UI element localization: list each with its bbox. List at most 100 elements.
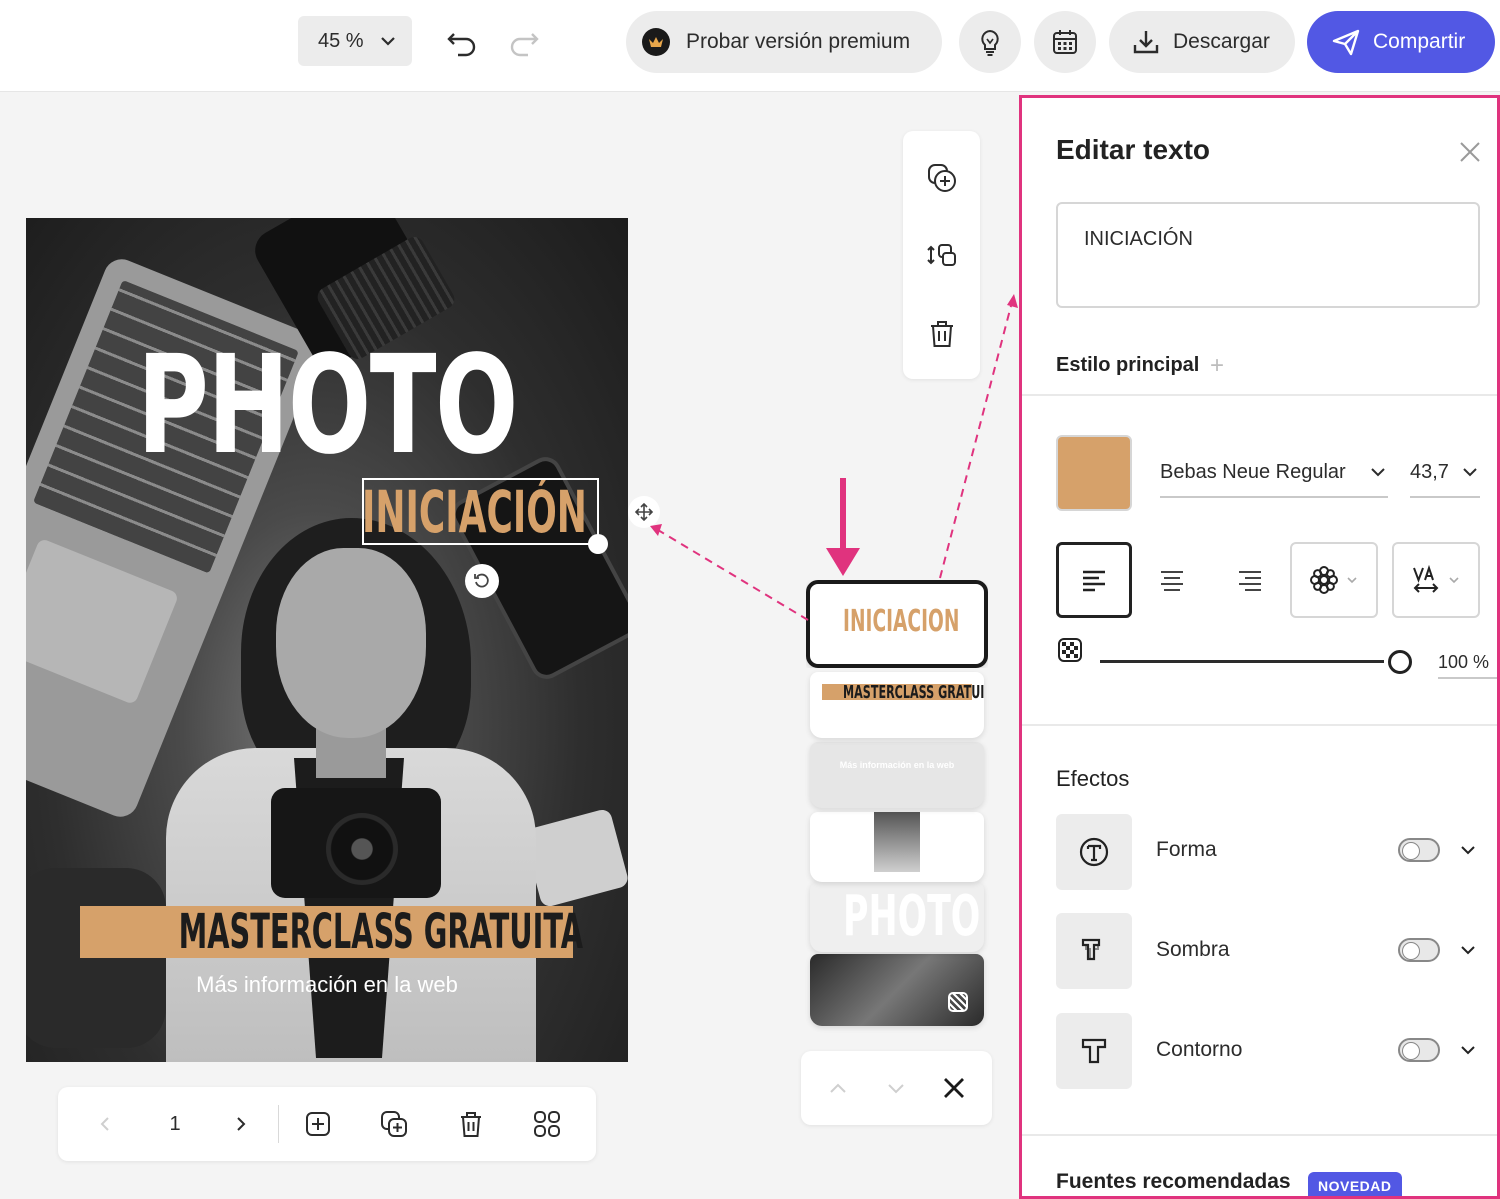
chevron-down-icon [1347, 577, 1357, 584]
new-badge: NOVEDAD [1308, 1172, 1402, 1196]
text-input[interactable]: INICIACIÓN [1056, 202, 1480, 308]
duplicate-page-button[interactable] [377, 1107, 411, 1141]
download-label: Descargar [1173, 30, 1270, 53]
shadow-effect-icon-box [1056, 913, 1132, 989]
align-center-button[interactable] [1134, 542, 1210, 618]
panel-title: Editar texto [1056, 134, 1211, 165]
layer-subtitle-text: INICIACION [843, 604, 960, 639]
move-handle[interactable] [628, 496, 660, 528]
crown-icon [642, 28, 670, 56]
text-spacing-dropdown[interactable] [1290, 542, 1378, 618]
sombra-toggle[interactable] [1398, 938, 1440, 962]
opacity-value[interactable]: 100 % [1438, 652, 1497, 679]
layer-background[interactable] [810, 954, 984, 1026]
chevron-down-icon[interactable] [1458, 940, 1478, 960]
poster-info[interactable]: Más información en la web [26, 972, 628, 998]
font-size-select[interactable]: 43,7 [1410, 454, 1480, 498]
align-left-icon [1083, 570, 1105, 592]
close-icon[interactable] [941, 1075, 967, 1101]
add-page-button[interactable] [301, 1107, 335, 1141]
forma-toggle[interactable] [1398, 838, 1440, 862]
divider [1022, 394, 1497, 396]
zoom-select[interactable]: 45 % [298, 16, 412, 66]
schedule-button[interactable] [1034, 11, 1096, 73]
poster-banner[interactable]: MASTERCLASS GRATUITA [80, 906, 583, 958]
opacity-icon [1058, 638, 1082, 662]
share-button[interactable]: Compartir [1307, 11, 1495, 73]
chevron-down-icon [1463, 468, 1477, 477]
premium-button[interactable]: Probar versión premium [626, 11, 942, 73]
layer-info[interactable]: Más información en la web [810, 742, 984, 808]
rotate-handle[interactable] [465, 564, 499, 598]
chevron-down-icon[interactable] [1458, 1040, 1478, 1060]
effect-label-contorno: Contorno [1156, 1038, 1243, 1061]
close-icon[interactable] [1458, 140, 1482, 164]
layer-info-text: Más información en la web [839, 760, 955, 770]
layer-navigation [801, 1051, 992, 1125]
download-button[interactable]: Descargar [1109, 11, 1295, 73]
text-shadow-icon [1081, 938, 1101, 961]
contorno-toggle[interactable] [1398, 1038, 1440, 1062]
page-number: 1 [169, 1113, 181, 1135]
effect-label-forma: Forma [1156, 838, 1217, 861]
trash-icon[interactable] [925, 317, 959, 351]
action-camera-image [522, 807, 628, 909]
trash-icon [461, 1112, 481, 1137]
delete-page-button[interactable] [454, 1107, 488, 1141]
divider [1022, 1134, 1497, 1136]
effects-label: Efectos [1056, 766, 1130, 791]
layer-title[interactable]: PHOTO [810, 882, 984, 952]
chevron-down-icon[interactable] [1458, 840, 1478, 860]
align-right-icon [1239, 571, 1261, 591]
chevron-down-icon [381, 37, 395, 46]
design-canvas[interactable]: PHOTO INICIACIÓN MASTERCLASS GRATUITA Má… [26, 218, 628, 1062]
download-icon [1133, 31, 1159, 54]
bag-image [26, 868, 166, 1048]
align-left-button[interactable] [1056, 542, 1132, 618]
align-right-button[interactable] [1212, 542, 1288, 618]
selection-box[interactable] [362, 478, 599, 545]
prev-page-button[interactable] [88, 1107, 122, 1141]
recommended-fonts-label: Fuentes recomendadas [1056, 1170, 1291, 1193]
divider [278, 1105, 279, 1143]
chevron-down-icon [1371, 468, 1385, 477]
kerning-dropdown[interactable] [1392, 542, 1480, 618]
layer-banner[interactable]: MASTERCLASS GRATUITA [810, 672, 984, 738]
rotate-icon [474, 573, 489, 588]
grid-view-button[interactable] [530, 1107, 564, 1141]
color-swatch[interactable] [1056, 435, 1132, 511]
next-page-button[interactable] [224, 1107, 258, 1141]
shape-effect-icon-box [1056, 814, 1132, 890]
font-value: Bebas Neue Regular [1160, 461, 1346, 483]
zoom-value: 45 % [318, 29, 364, 52]
main-style-label: Estilo principal [1056, 354, 1200, 376]
element-toolbar [903, 131, 980, 379]
redo-icon[interactable] [506, 24, 542, 60]
layer-image-thumb [874, 812, 920, 872]
layer-banner-text: MASTERCLASS GRATUITA [843, 682, 984, 703]
ideas-button[interactable] [959, 11, 1021, 73]
text-shape-icon [1079, 837, 1109, 867]
resize-handle[interactable] [588, 534, 608, 554]
opacity-slider[interactable] [1100, 660, 1384, 663]
layer-image[interactable] [810, 812, 984, 882]
grid-icon [534, 1111, 560, 1137]
undo-icon[interactable] [444, 24, 480, 60]
layer-subtitle-selected[interactable]: INICIACION [806, 580, 988, 668]
share-label: Compartir [1373, 30, 1466, 53]
layer-title-text: PHOTO [843, 884, 981, 949]
align-center-icon [1161, 571, 1183, 591]
person-face [276, 548, 426, 738]
chevron-down-icon[interactable] [885, 1077, 907, 1099]
duplicate-page-icon [381, 1111, 407, 1137]
arrange-layers-icon[interactable] [925, 239, 959, 273]
chevron-up-icon[interactable] [827, 1077, 849, 1099]
move-icon [634, 502, 654, 522]
page-navigation: 1 [58, 1087, 596, 1161]
font-select[interactable]: Bebas Neue Regular [1160, 454, 1388, 498]
text-outline-icon [1081, 1038, 1107, 1064]
add-style-button[interactable]: + [1210, 354, 1224, 378]
opacity-slider-thumb[interactable] [1388, 650, 1412, 674]
poster-title[interactable]: PHOTO [110, 338, 543, 474]
duplicate-icon[interactable] [925, 161, 959, 195]
